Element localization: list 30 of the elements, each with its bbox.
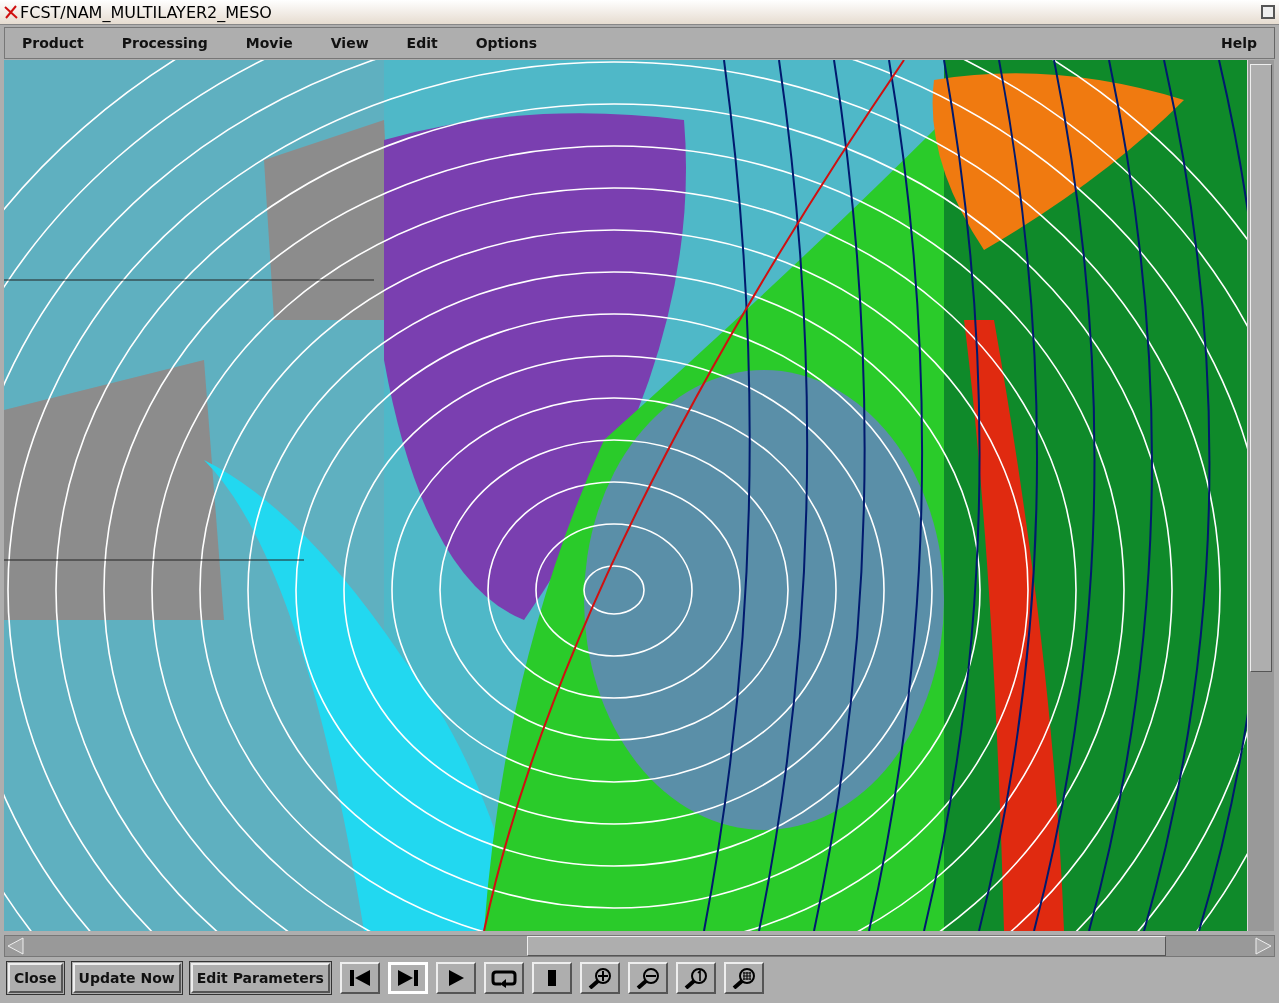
close-icon[interactable] xyxy=(4,5,18,19)
magnifier-grid-icon xyxy=(730,967,757,989)
toolbar-button[interactable] xyxy=(675,962,716,994)
window-title: FCST/NAM_MULTILAYER2_MESO xyxy=(20,2,273,22)
toolbar-button[interactable] xyxy=(339,962,380,994)
menu-item[interactable]: View xyxy=(321,31,378,55)
menu-item[interactable]: Movie xyxy=(236,31,302,55)
menu-item[interactable]: Options xyxy=(466,31,547,55)
toolbar-button[interactable] xyxy=(435,962,476,994)
zoom-in-icon xyxy=(586,967,613,989)
menu-item[interactable]: Processing xyxy=(112,31,217,55)
toolbar-button[interactable] xyxy=(531,962,572,994)
magnifier-one-icon xyxy=(682,967,709,989)
toolbar-button[interactable] xyxy=(579,962,620,994)
vertical-scrollbar[interactable] xyxy=(1247,60,1274,931)
zoom-out-icon xyxy=(634,967,661,989)
toolbar-button[interactable] xyxy=(483,962,524,994)
stop-icon xyxy=(547,970,556,986)
help-menu[interactable]: Help xyxy=(1211,31,1266,55)
toolbar-button[interactable] xyxy=(723,962,764,994)
menu-item[interactable]: Product xyxy=(13,31,93,55)
scrollbar-thumb[interactable] xyxy=(1250,64,1272,672)
action-button[interactable]: Edit Parameters xyxy=(190,963,330,993)
action-button[interactable]: Close xyxy=(8,963,63,993)
maximize-button[interactable] xyxy=(1261,5,1275,19)
action-button[interactable]: Update Now xyxy=(72,963,181,993)
menu-item[interactable]: Edit xyxy=(397,31,447,55)
toolbar-button[interactable] xyxy=(627,962,668,994)
scrollbar-thumb[interactable] xyxy=(527,936,1166,956)
horizontal-scrollbar[interactable] xyxy=(4,935,1275,957)
